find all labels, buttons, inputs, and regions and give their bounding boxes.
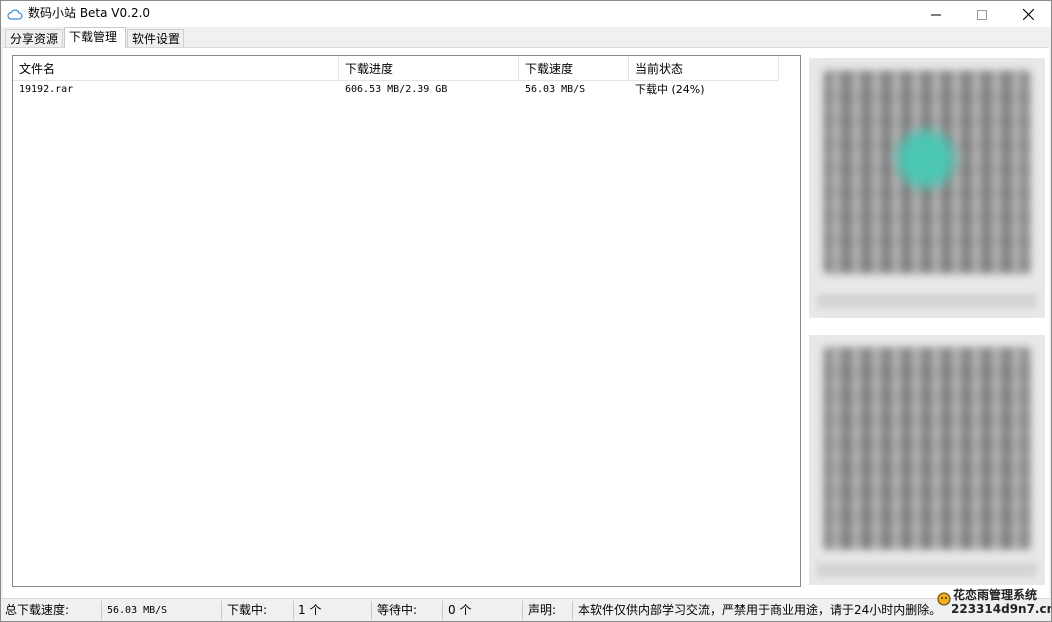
tab-share-resources[interactable]: 分享资源 [5, 29, 63, 47]
tab-bar: 分享资源 下载管理 软件设置 [1, 27, 1051, 48]
qr-caption-blur [817, 563, 1037, 577]
total-speed-value: 56.03 MB/S [107, 605, 168, 616]
qr-code-image-bottom [809, 335, 1045, 585]
download-list[interactable]: 文件名 下载进度 下载速度 当前状态 19192.rar 606.53 MB/2… [12, 55, 801, 587]
status-separator [293, 601, 294, 620]
waiting-value: 0 个 [448, 603, 472, 617]
status-separator [101, 601, 102, 620]
notice-text: 本软件仅供内部学习交流，严禁用于商业用途，请于24小时内删除。 [578, 603, 942, 617]
waiting-label: 等待中: [377, 603, 418, 617]
column-header-filename[interactable]: 文件名 [13, 56, 339, 80]
list-header: 文件名 下载进度 下载速度 当前状态 [13, 56, 779, 81]
app-window: 数码小站 Beta V0.2.0 分享资源 下载管理 软件设置 文件名 下载进度… [0, 0, 1052, 622]
status-separator [371, 601, 372, 620]
minimize-icon [931, 5, 941, 24]
qr-center-logo [897, 130, 955, 188]
total-speed-label: 总下载速度: [5, 603, 70, 617]
status-separator [522, 601, 523, 620]
status-bar: 总下载速度: 56.03 MB/S 下载中: 1 个 等待中: 0 个 声明: … [1, 598, 1051, 621]
qr-code-image-top [809, 58, 1045, 318]
status-separator [442, 601, 443, 620]
status-separator [572, 601, 573, 620]
notice-label: 声明: [528, 603, 557, 617]
close-button[interactable] [1005, 1, 1051, 27]
cloud-icon [7, 7, 23, 21]
qr-pattern-overlay [825, 349, 1029, 549]
cell-filename: 19192.rar [19, 84, 74, 95]
tab-download-manager[interactable]: 下载管理 [64, 27, 126, 48]
table-row[interactable]: 19192.rar 606.53 MB/2.39 GB 56.03 MB/S 下… [13, 81, 778, 99]
cell-speed: 56.03 MB/S [525, 84, 586, 95]
maximize-icon [977, 5, 987, 24]
close-icon [1022, 5, 1034, 24]
downloading-label: 下载中: [227, 603, 268, 617]
downloading-value: 1 个 [298, 603, 322, 617]
download-manager-panel: 文件名 下载进度 下载速度 当前状态 19192.rar 606.53 MB/2… [3, 47, 1049, 598]
column-header-status[interactable]: 当前状态 [629, 56, 779, 80]
cell-status: 下载中 (24%) [635, 83, 705, 96]
tab-software-settings[interactable]: 软件设置 [127, 29, 184, 47]
watermark-logo-icon [937, 591, 951, 606]
cell-progress: 606.53 MB/2.39 GB [345, 84, 448, 95]
column-header-speed[interactable]: 下载速度 [519, 56, 629, 80]
watermark-url: 223314d9n7.cn [951, 602, 1052, 616]
minimize-button[interactable] [913, 1, 959, 27]
title-bar[interactable]: 数码小站 Beta V0.2.0 [1, 1, 1051, 27]
column-header-progress[interactable]: 下载进度 [339, 56, 519, 80]
qr-caption-blur [817, 294, 1037, 308]
watermark: 花恋雨管理系统 223314d9n7.cn [935, 587, 1051, 619]
watermark-title: 花恋雨管理系统 [953, 588, 1038, 602]
status-separator [221, 601, 222, 620]
window-title: 数码小站 Beta V0.2.0 [28, 6, 151, 20]
maximize-button[interactable] [959, 1, 1005, 27]
